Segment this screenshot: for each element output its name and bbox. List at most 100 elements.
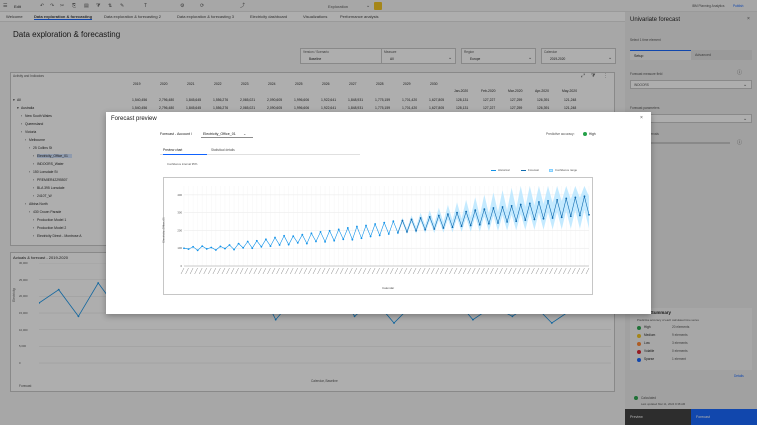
xtick-mark: [535, 267, 540, 275]
xtick-mark: [344, 267, 349, 275]
historical-point: [369, 235, 372, 238]
chevron-down-icon: ⌄: [243, 131, 247, 136]
historical-point: [305, 242, 308, 245]
xtick-mark: [403, 267, 408, 275]
tab-statistical-details[interactable]: Statistical details: [211, 148, 235, 152]
forecast-point: [497, 222, 499, 224]
historical-point: [196, 249, 199, 252]
forecast-point: [515, 220, 518, 223]
forecast-point: [538, 201, 540, 203]
xtick-mark: [289, 267, 294, 275]
xtick-mark: [472, 267, 476, 275]
historical-point: [183, 247, 185, 250]
ytick-label: 0: [180, 264, 182, 268]
forecast-point: [556, 198, 559, 201]
xtick-mark: [235, 267, 239, 275]
historical-point: [265, 238, 267, 241]
chart-legend: Historical Forecast Confidence range: [491, 168, 599, 174]
xtick-mark: [526, 267, 531, 275]
forecast-point: [447, 213, 449, 215]
historical-point: [337, 228, 340, 231]
xtick-mark: [221, 267, 226, 275]
forecast-point: [410, 218, 413, 221]
forecast-element-select[interactable]: Electricity_Office_01 ⌄: [201, 130, 253, 138]
forecast-point: [469, 224, 472, 227]
xtick-mark: [230, 267, 235, 275]
xtick-mark: [431, 267, 435, 275]
historical-point: [278, 244, 281, 246]
forecast-point: [456, 211, 458, 214]
xtick-mark: [412, 267, 417, 275]
historical-point: [365, 224, 367, 227]
chart-frame[interactable]: Electricity_Office_01 0 100 200 300 400 Cale…: [162, 177, 593, 295]
xtick-mark: [262, 267, 267, 275]
xtick-mark: [585, 267, 590, 275]
historical-point: [342, 238, 345, 241]
xtick-mark: [385, 267, 389, 275]
forecast-point: [547, 200, 549, 202]
forecast-point: [433, 228, 436, 230]
xtick-mark: [317, 267, 321, 275]
xtick-mark: [308, 267, 312, 275]
xtick-mark: [239, 267, 244, 275]
tab-preview-chart[interactable]: Preview chart: [163, 148, 207, 155]
forecast-point: [415, 229, 417, 232]
historical-point: [346, 227, 349, 229]
xtick-mark: [435, 267, 440, 275]
historical-point: [387, 233, 390, 235]
legend-historical: Historical: [498, 168, 510, 172]
forecast-point: [501, 206, 504, 208]
xtick-mark: [340, 267, 344, 275]
xtick-mark: [462, 267, 467, 275]
xtick-mark: [203, 267, 207, 275]
historical-point: [255, 239, 258, 242]
historical-point: [296, 241, 299, 244]
xtick-mark: [390, 267, 394, 275]
xtick-mark: [381, 267, 385, 275]
close-icon[interactable]: ×: [640, 115, 643, 121]
xtick-mark: [522, 267, 526, 275]
historical-point: [310, 232, 313, 235]
ytick-label: 400: [177, 193, 182, 197]
forecast-point: [583, 195, 586, 198]
xtick-mark: [581, 267, 585, 275]
xtick-mark: [563, 267, 567, 275]
xtick-mark: [553, 267, 558, 275]
xtick-mark: [267, 267, 271, 275]
historical-point: [301, 233, 304, 236]
xtick-mark: [444, 267, 449, 275]
xtick-mark: [485, 267, 490, 275]
ytick-label: 300: [177, 211, 182, 215]
historical-point: [351, 238, 354, 241]
xtick-mark: [572, 267, 576, 275]
historical-point: [201, 245, 204, 247]
xtick-mark: [276, 267, 280, 275]
historical-point: [246, 240, 249, 243]
xtick-mark: [371, 267, 376, 275]
forecast-point: [569, 215, 572, 218]
forecast-point: [428, 216, 431, 218]
historical-point: [328, 229, 331, 232]
xtick-mark: [421, 267, 426, 275]
forecast-preview-modal: Forecast preview × Forecast - Account / …: [106, 112, 651, 314]
xtick-mark: [367, 267, 371, 275]
xtick-mark: [494, 267, 499, 275]
xtick-mark: [358, 267, 362, 275]
xtick-mark: [417, 267, 421, 275]
modal-title: Forecast preview: [111, 116, 157, 122]
xtick-mark: [476, 267, 481, 275]
xtick-mark: [508, 267, 512, 275]
forecast-element-value: Electricity_Office_01: [203, 132, 236, 136]
forecast-point: [401, 219, 404, 222]
forecast-point: [574, 196, 577, 199]
historical-point: [319, 230, 322, 233]
forecast-point: [451, 226, 454, 229]
xtick-mark: [481, 267, 485, 275]
historical-point: [205, 248, 208, 250]
forecast-point: [465, 210, 468, 213]
xtick-mark: [253, 267, 258, 275]
xtick-mark: [249, 267, 253, 275]
forecast-point: [542, 217, 545, 220]
forecast-point: [551, 217, 554, 219]
xtick-mark: [458, 267, 462, 275]
